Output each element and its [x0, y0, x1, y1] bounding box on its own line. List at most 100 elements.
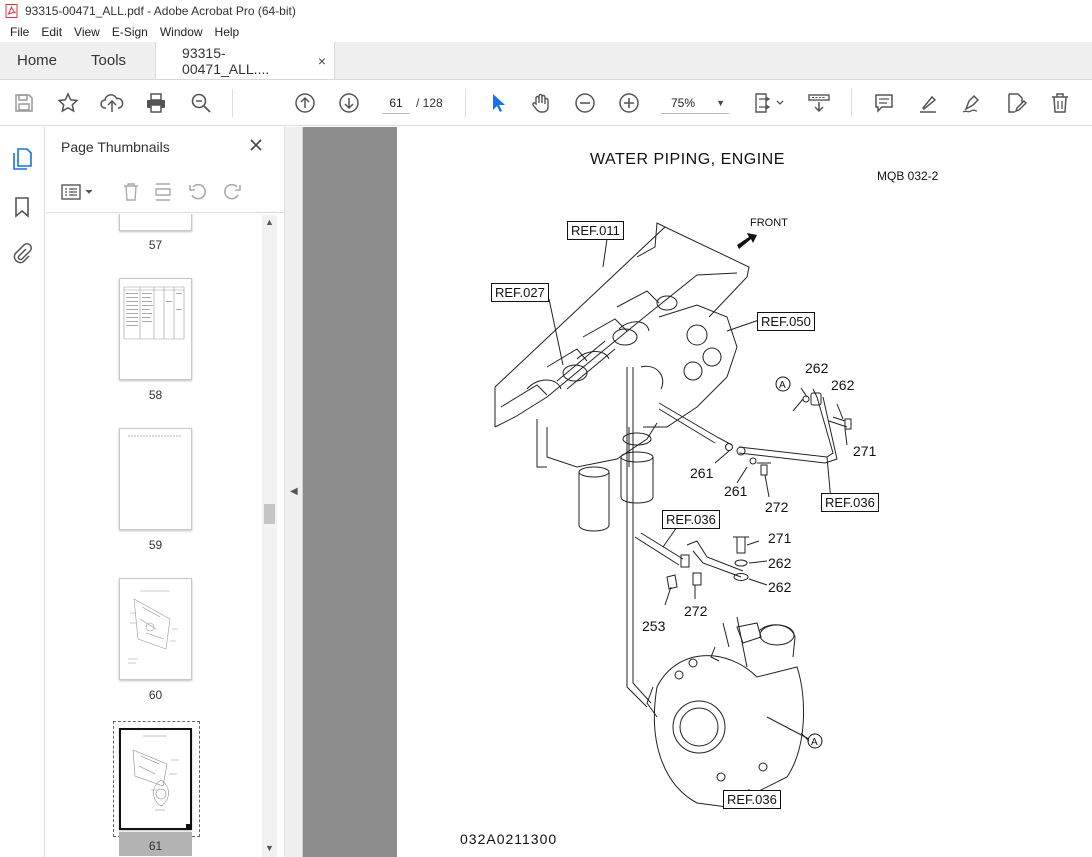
collapse-panel-icon[interactable]: ◀	[290, 486, 298, 497]
thumbnail-list: 57 58 59 60 61	[46, 214, 268, 857]
page-fit-icon[interactable]	[752, 91, 786, 115]
toolbar-separator	[232, 89, 233, 117]
upload-cloud-icon[interactable]	[100, 91, 124, 115]
sign-pen-icon[interactable]	[960, 91, 984, 115]
ref-label: REF.036	[662, 510, 720, 529]
thumbnail-resize-handle[interactable]	[186, 824, 192, 830]
thumbnail-page[interactable]	[119, 578, 192, 680]
callout-letter: A	[811, 737, 818, 748]
thumbnail-page[interactable]	[119, 214, 192, 231]
zoom-out-icon[interactable]	[573, 91, 597, 115]
thumbnail-label: 57	[148, 238, 163, 252]
page-thumbnails-icon[interactable]	[10, 147, 34, 171]
title-bar: 93315-00471_ALL.pdf - Adobe Acrobat Pro …	[0, 0, 1092, 22]
panel-splitter[interactable]: ◀	[285, 127, 303, 857]
pdf-page: A A WATER PIPING, ENGINE MQB 032-2 FRONT…	[397, 127, 1092, 857]
scrollbar-thumb[interactable]	[264, 504, 275, 524]
chevron-down-icon: ▼	[716, 97, 725, 108]
part-number: 271	[853, 443, 877, 459]
page-total-label: / 128	[416, 96, 443, 110]
part-number: 261	[690, 465, 714, 481]
thumbnail-label: 61	[148, 839, 163, 853]
part-number: 262	[768, 579, 792, 595]
previous-page-icon[interactable]	[293, 91, 317, 115]
tab-document-label: 93315-00471_ALL....	[182, 44, 270, 77]
part-number: 262	[805, 360, 829, 376]
highlight-pen-icon[interactable]	[916, 91, 940, 115]
thumbnail-scrollbar[interactable]: ▲ ▼	[262, 215, 277, 857]
thumbnail-label: 58	[148, 388, 163, 402]
hand-tool-icon[interactable]	[529, 91, 553, 115]
attachments-paperclip-icon[interactable]	[10, 241, 34, 265]
thumbnails-toolbar	[46, 173, 285, 213]
left-navigation-rail	[0, 127, 45, 857]
delete-trash-icon[interactable]	[1048, 91, 1072, 115]
thumbnail-page[interactable]	[119, 428, 192, 530]
front-label: FRONT	[750, 217, 788, 229]
zoom-search-icon[interactable]	[189, 91, 213, 115]
thumbnail-options-menu-icon[interactable]	[60, 181, 96, 203]
zoom-level-dropdown[interactable]: 75% ▼	[661, 92, 729, 114]
menu-window[interactable]: Window	[154, 25, 209, 39]
menu-esign[interactable]: E-Sign	[106, 25, 154, 39]
scroll-up-icon[interactable]: ▲	[264, 217, 275, 229]
ref-label: REF.050	[757, 312, 815, 331]
menu-file[interactable]: File	[4, 25, 35, 39]
delete-page-trash-icon[interactable]	[120, 181, 142, 203]
tab-bar: Home Tools 93315-00471_ALL.... ×	[0, 42, 1092, 80]
rotate-counterclockwise-icon[interactable]	[187, 181, 209, 203]
toolbar-separator	[465, 89, 466, 117]
window-title: 93315-00471_ALL.pdf - Adobe Acrobat Pro …	[25, 4, 296, 18]
tab-tools[interactable]: Tools	[74, 41, 143, 79]
acrobat-pdf-icon	[5, 4, 18, 18]
diagram-footer-code: 032A0211300	[460, 831, 558, 847]
print-icon[interactable]	[144, 91, 168, 115]
thumbnail-page-selected[interactable]	[119, 728, 192, 856]
panel-title: Page Thumbnails	[61, 139, 170, 155]
toolbar-separator	[851, 89, 852, 117]
select-cursor-icon[interactable]	[486, 91, 510, 115]
save-icon[interactable]	[12, 91, 36, 115]
scroll-down-icon[interactable]: ▼	[264, 843, 275, 855]
menu-view[interactable]: View	[68, 25, 106, 39]
ref-label: REF.036	[723, 790, 781, 809]
part-number: 261	[724, 483, 748, 499]
thumbnail-label: 59	[148, 538, 163, 552]
diagram-title: WATER PIPING, ENGINE	[590, 151, 785, 168]
diagram-code: MQB 032-2	[877, 169, 939, 183]
thumbnail-page[interactable]	[119, 278, 192, 380]
part-number: 272	[765, 499, 789, 515]
part-number: 271	[768, 530, 792, 546]
part-number: 253	[642, 618, 666, 634]
tab-home[interactable]: Home	[0, 41, 74, 79]
menu-bar: File Edit View E-Sign Window Help	[0, 22, 1092, 42]
ref-label: REF.036	[821, 493, 879, 512]
next-page-icon[interactable]	[337, 91, 361, 115]
edit-pdf-icon[interactable]	[1004, 91, 1028, 115]
part-number: 262	[768, 555, 792, 571]
page-number-input[interactable]	[382, 92, 410, 114]
main-toolbar: / 128 75% ▼	[0, 81, 1092, 126]
tab-close-icon[interactable]: ×	[318, 53, 326, 69]
part-number: 272	[684, 603, 708, 619]
thumbnail-label: 60	[148, 688, 163, 702]
zoom-level-value: 75%	[671, 95, 696, 110]
insert-page-icon[interactable]	[152, 181, 174, 203]
document-viewport[interactable]: A A WATER PIPING, ENGINE MQB 032-2 FRONT…	[303, 127, 1092, 857]
close-icon[interactable]	[247, 136, 265, 154]
part-number: 262	[831, 377, 855, 393]
zoom-in-icon[interactable]	[617, 91, 641, 115]
rotate-clockwise-icon[interactable]	[221, 181, 243, 203]
menu-help[interactable]: Help	[209, 25, 246, 39]
ref-label: REF.027	[491, 283, 549, 302]
bookmark-star-icon[interactable]	[56, 91, 80, 115]
menu-edit[interactable]: Edit	[35, 25, 68, 39]
comment-icon[interactable]	[872, 91, 896, 115]
ref-label: REF.011	[567, 221, 624, 240]
bookmarks-icon[interactable]	[10, 195, 34, 219]
page-thumbnails-panel: Page Thumbnails 57 58 59 60 61 ▲ ▼	[46, 127, 285, 857]
front-arrow-icon	[737, 233, 757, 249]
tab-document[interactable]: 93315-00471_ALL.... ×	[155, 42, 336, 79]
scroll-mode-icon[interactable]	[807, 91, 831, 115]
callout-letter: A	[779, 380, 786, 391]
